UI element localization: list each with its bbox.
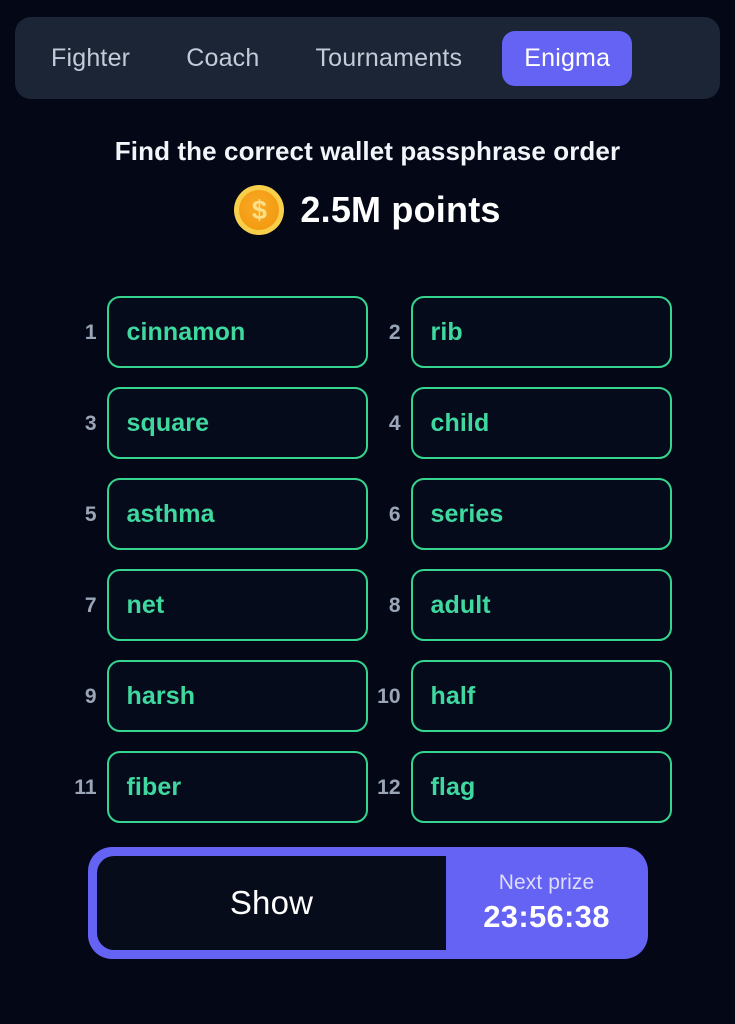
coin-inner: $ xyxy=(239,190,280,230)
word-index: 1 xyxy=(84,320,97,344)
next-prize-timer: 23:56:38 xyxy=(483,899,610,934)
word-index: 11 xyxy=(74,775,97,799)
word-index: 12 xyxy=(377,775,401,799)
word-label: asthma xyxy=(126,499,215,528)
word-index: 3 xyxy=(84,411,97,435)
nav-tab-label: Enigma xyxy=(524,43,611,72)
next-prize-caption: Next prize xyxy=(498,871,595,894)
passphrase-grid: 1 cinnamon 2 rib 3 square 4 child 5 asth… xyxy=(0,296,735,823)
passphrase-cell: 1 cinnamon xyxy=(64,296,368,368)
word-box[interactable]: square xyxy=(106,387,368,459)
word-label: fiber xyxy=(126,772,182,801)
word-box[interactable]: rib xyxy=(410,296,672,368)
word-label: series xyxy=(430,499,504,528)
show-button[interactable]: Show xyxy=(97,856,446,950)
passphrase-cell: 3 square xyxy=(64,387,368,459)
word-label: child xyxy=(430,408,490,437)
passphrase-cell: 7 net xyxy=(64,569,368,641)
word-index: 4 xyxy=(388,411,401,435)
nav-tab-label: Fighter xyxy=(51,43,131,72)
nav-tab-tournaments[interactable]: Tournaments xyxy=(299,33,478,84)
nav-tab-label: Tournaments xyxy=(315,43,463,72)
word-label: rib xyxy=(430,317,463,346)
word-box[interactable]: flag xyxy=(410,751,672,823)
page-title: Find the correct wallet passphrase order xyxy=(114,136,621,166)
nav-tab-enigma[interactable]: Enigma xyxy=(502,30,633,86)
word-index: 10 xyxy=(377,684,401,708)
word-box[interactable]: cinnamon xyxy=(106,296,368,368)
word-label: square xyxy=(126,408,210,437)
app-screen: Fighter Coach Tournaments Enigma Find th… xyxy=(0,0,735,1024)
word-box[interactable]: harsh xyxy=(106,660,368,732)
next-prize-panel[interactable]: Next prize 23:56:38 xyxy=(445,847,648,959)
points-row: $ 2.5M points xyxy=(0,185,735,235)
word-box[interactable]: child xyxy=(410,387,672,459)
word-box[interactable]: asthma xyxy=(106,478,368,550)
show-button-label: Show xyxy=(229,884,314,921)
passphrase-cell: 9 harsh xyxy=(64,660,368,732)
word-label: half xyxy=(430,681,476,710)
passphrase-cell: 8 adult xyxy=(368,569,672,641)
word-label: flag xyxy=(430,772,476,801)
passphrase-cell: 4 child xyxy=(368,387,672,459)
word-index: 7 xyxy=(84,593,97,617)
word-index: 5 xyxy=(84,502,97,526)
passphrase-cell: 6 series xyxy=(368,478,672,550)
word-index: 2 xyxy=(388,320,401,344)
action-bar: Show Next prize 23:56:38 xyxy=(88,847,648,959)
passphrase-cell: 11 fiber xyxy=(64,751,368,823)
word-label: adult xyxy=(430,590,491,619)
word-index: 8 xyxy=(388,593,401,617)
word-label: net xyxy=(126,590,165,619)
passphrase-cell: 12 flag xyxy=(368,751,672,823)
coin-dollar-icon: $ xyxy=(234,185,285,235)
nav-tab-label: Coach xyxy=(186,43,260,72)
passphrase-cell: 5 asthma xyxy=(64,478,368,550)
nav-tab-coach[interactable]: Coach xyxy=(170,33,275,84)
points-value: 2.5M points xyxy=(300,189,501,230)
passphrase-cell: 2 rib xyxy=(368,296,672,368)
word-box[interactable]: series xyxy=(410,478,672,550)
nav-tab-fighter[interactable]: Fighter xyxy=(35,33,146,84)
word-box[interactable]: adult xyxy=(410,569,672,641)
word-box[interactable]: net xyxy=(106,569,368,641)
dollar-sign: $ xyxy=(251,194,267,225)
top-navbar: Fighter Coach Tournaments Enigma xyxy=(15,17,720,99)
word-label: cinnamon xyxy=(126,317,246,346)
passphrase-cell: 10 half xyxy=(368,660,672,732)
word-label: harsh xyxy=(126,681,196,710)
word-index: 9 xyxy=(84,684,97,708)
word-box[interactable]: fiber xyxy=(106,751,368,823)
word-index: 6 xyxy=(388,502,401,526)
word-box[interactable]: half xyxy=(410,660,672,732)
